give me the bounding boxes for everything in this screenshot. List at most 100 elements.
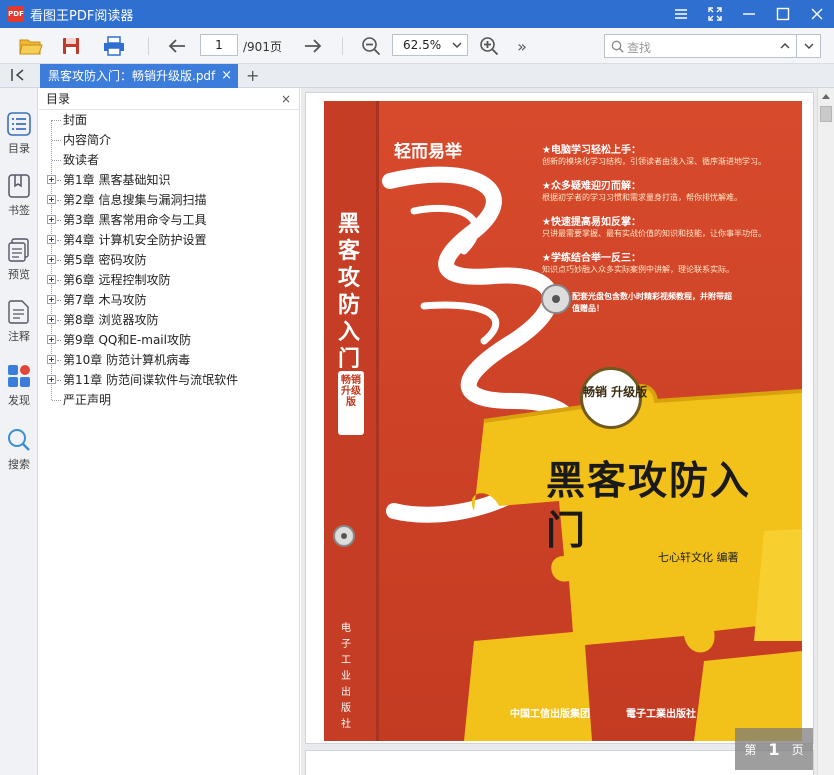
- collapse-sidebar-button[interactable]: [10, 68, 26, 85]
- cover-feature: ★众多疑难迎刃而解： 根据初学者的学习习惯和需求量身打造，帮你排忧解难。: [542, 177, 800, 203]
- outline-item-label: 第6章 远程控制攻防: [63, 273, 171, 287]
- rail-label: 预览: [8, 268, 30, 281]
- tab-bar: 黑客攻防入门：畅销升级版.pdf × +: [0, 64, 834, 88]
- rail-label: 搜索: [8, 458, 30, 471]
- expand-toggle-icon[interactable]: [47, 375, 56, 384]
- scroll-thumb[interactable]: [820, 106, 832, 122]
- outline-item[interactable]: 第9章 QQ和E-mail攻防: [39, 330, 299, 350]
- rail-item-bookmarks[interactable]: 书签: [0, 168, 38, 228]
- outline-item[interactable]: 第4章 计算机安全防护设置: [39, 230, 299, 250]
- rail-item-search[interactable]: 搜索: [0, 422, 38, 482]
- tree-connector: [57, 240, 61, 241]
- document-viewer[interactable]: 轻而易举 黑客攻防入门 畅销升级版 ★电脑学习轻松上手： 创新的模块化学习结构，引…: [301, 88, 834, 775]
- cover-feature-heading: ★众多疑难迎刃而解：: [542, 181, 641, 192]
- save-button[interactable]: [58, 33, 84, 59]
- cover-feature: ★电脑学习轻松上手： 创新的模块化学习结构，引领读者由浅入深、循序渐进地学习。: [542, 141, 800, 167]
- next-page-button[interactable]: [300, 33, 326, 59]
- rail-item-discover[interactable]: 发现: [0, 358, 38, 418]
- tree-connector: [52, 400, 61, 401]
- outline-item[interactable]: 封面: [39, 110, 299, 130]
- outline-item[interactable]: 第6章 远程控制攻防: [39, 270, 299, 290]
- minimize-icon: [743, 13, 755, 15]
- print-button[interactable]: [99, 33, 129, 59]
- outline-item[interactable]: 第1章 黑客基础知识: [39, 170, 299, 190]
- arrow-left-icon: [168, 39, 185, 53]
- expand-toggle-icon[interactable]: [47, 235, 56, 244]
- outline-item-label: 第8章 浏览器攻防: [63, 313, 159, 327]
- tab-close-button[interactable]: ×: [221, 64, 232, 88]
- discover-icon: [8, 365, 30, 387]
- scroll-up-button[interactable]: [818, 88, 834, 104]
- tree-connector: [57, 280, 61, 281]
- expand-toggle-icon[interactable]: [47, 195, 56, 204]
- minimize-button[interactable]: [732, 0, 766, 28]
- zoom-select[interactable]: 62.5%: [392, 34, 468, 56]
- rail-label: 注释: [8, 330, 30, 343]
- outline-panel: 目录 × 封面 内容简介 致读者 第1章 黑客基础知识 第2章 信息搜集与漏洞扫描 第3章…: [39, 88, 300, 775]
- cover-circle-badge: 畅销 升级版: [580, 367, 647, 429]
- rail-label: 发现: [8, 394, 30, 407]
- chevron-down-icon: [804, 43, 813, 49]
- expand-toggle-icon[interactable]: [47, 275, 56, 284]
- tree-connector: [57, 200, 61, 201]
- search-next-button[interactable]: [797, 34, 821, 58]
- outline-item[interactable]: 第5章 密码攻防: [39, 250, 299, 270]
- more-tools-button[interactable]: »: [512, 33, 532, 59]
- outline-item[interactable]: 第8章 浏览器攻防: [39, 310, 299, 330]
- expand-toggle-icon[interactable]: [47, 295, 56, 304]
- outline-icon: [7, 112, 31, 136]
- expand-toggle-icon[interactable]: [47, 175, 56, 184]
- expand-toggle-icon[interactable]: [47, 315, 56, 324]
- tree-connector: [57, 300, 61, 301]
- search-placeholder: 查找: [627, 41, 652, 55]
- expand-toggle-icon[interactable]: [47, 215, 56, 224]
- zoom-out-button[interactable]: [358, 33, 384, 59]
- search-icon: [611, 40, 624, 53]
- tab-document[interactable]: 黑客攻防入门：畅销升级版.pdf ×: [40, 64, 238, 88]
- zoom-in-button[interactable]: [476, 33, 502, 59]
- outline-item-label: 第5章 密码攻防: [63, 253, 147, 267]
- search-prev-button[interactable]: [773, 34, 797, 58]
- fullscreen-icon: [708, 7, 722, 21]
- rail-label: 目录: [8, 142, 30, 155]
- expand-toggle-icon[interactable]: [47, 335, 56, 344]
- outline-item[interactable]: 第7章 木马攻防: [39, 290, 299, 310]
- thumbnail-icon: [8, 238, 29, 262]
- outline-item-label: 第10章 防范计算机病毒: [63, 353, 191, 367]
- outline-item-label: 第2章 信息搜集与漏洞扫描: [63, 193, 207, 207]
- prev-page-button[interactable]: [164, 33, 190, 59]
- annotation-icon: [8, 300, 29, 324]
- outline-item[interactable]: 第10章 防范计算机病毒: [39, 350, 299, 370]
- maximize-button[interactable]: [766, 0, 800, 28]
- outline-close-button[interactable]: ×: [281, 88, 291, 110]
- zoom-value: 62.5%: [403, 38, 442, 52]
- close-window-button[interactable]: [800, 0, 834, 28]
- search-input[interactable]: 查找: [604, 34, 774, 58]
- zoom-in-icon: [480, 37, 499, 56]
- outline-item[interactable]: 内容简介: [39, 130, 299, 150]
- outline-item[interactable]: 第2章 信息搜集与漏洞扫描: [39, 190, 299, 210]
- outline-item[interactable]: 第11章 防范间谍软件与流氓软件: [39, 370, 299, 390]
- page-indicator-number: 1: [768, 739, 780, 759]
- rail-item-annotations[interactable]: 注释: [0, 294, 38, 354]
- rail-item-thumbnails[interactable]: 预览: [0, 232, 38, 292]
- outline-item[interactable]: 严正声明: [39, 390, 299, 410]
- outline-item[interactable]: 第3章 黑客常用命令与工具: [39, 210, 299, 230]
- tree-connector: [52, 140, 61, 141]
- new-tab-button[interactable]: +: [246, 66, 259, 85]
- toolbar-divider: [148, 37, 149, 55]
- title-bar: PDF 看图王PDF阅读器: [0, 0, 834, 28]
- fullscreen-button[interactable]: [698, 0, 732, 28]
- expand-toggle-icon[interactable]: [47, 355, 56, 364]
- expand-toggle-icon[interactable]: [47, 255, 56, 264]
- open-file-button[interactable]: [16, 33, 46, 59]
- cover-feature: ★学练结合举一反三： 知识点巧妙融入众多实际案例中讲解，理论联系实际。: [542, 249, 800, 275]
- tree-connector: [57, 320, 61, 321]
- outline-item[interactable]: 致读者: [39, 150, 299, 170]
- cover-feature-desc: 创新的模块化学习结构，引领读者由浅入深、循序渐进地学习。: [542, 157, 766, 166]
- menu-button[interactable]: [664, 0, 698, 28]
- page-number-input[interactable]: 1: [200, 34, 238, 56]
- rail-item-outline[interactable]: 目录: [0, 106, 38, 166]
- vertical-scrollbar[interactable]: [817, 88, 834, 775]
- outline-item-label: 致读者: [63, 153, 100, 167]
